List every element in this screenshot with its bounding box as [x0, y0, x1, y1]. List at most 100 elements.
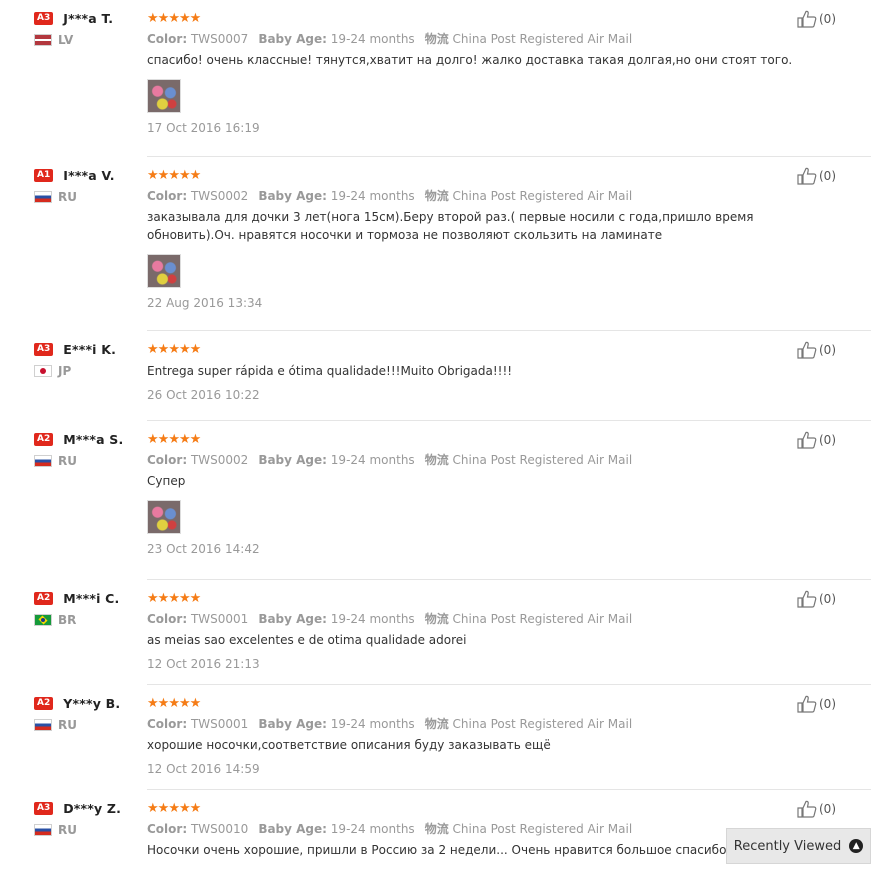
review-content: ★ ★ ★ ★ ★ Color: TWS0002 Baby Age: 19-24 month… [147, 167, 797, 310]
country-flag-icon [34, 34, 52, 46]
review-text: хорошие носочки,соответствие описания бу… [147, 738, 551, 752]
review-photo[interactable] [147, 254, 181, 288]
review-date: 17 Oct 2016 16:19 [147, 121, 260, 135]
helpful-count: (0) [819, 343, 836, 357]
star-icon: ★ [189, 431, 202, 447]
reviewer-info: A2 Y***y B. RU [34, 695, 144, 733]
order-info: Color: TWS0001 Baby Age: 19-24 months 物流 C… [147, 610, 797, 626]
helpful-button[interactable]: (0) [797, 695, 836, 713]
shipping-label: 物流 [424, 822, 449, 836]
baby-age-label: Baby Age: [258, 717, 327, 731]
color-label: Color: [147, 453, 188, 467]
baby-age-value: 19-24 months [330, 189, 415, 203]
shipping-label: 物流 [424, 32, 449, 46]
helpful-button[interactable]: (0) [797, 167, 836, 185]
order-info: Color: TWS0007 Baby Age: 19-24 months 物流 C… [147, 30, 797, 46]
helpful-button[interactable]: (0) [797, 431, 836, 449]
buyer-level-badge: A2 [34, 696, 54, 710]
thumbs-up-icon [797, 341, 817, 359]
shipping-label: 物流 [424, 189, 449, 203]
chevron-up-icon: ▲ [849, 839, 864, 853]
reviewer-name: J***a T. [63, 10, 114, 26]
shipping-value: China Post Registered Air Mail [452, 453, 633, 467]
reviewer-name: E***i K. [63, 341, 117, 357]
baby-age-value: 19-24 months [330, 32, 415, 46]
star-icon: ★ [189, 167, 202, 183]
color-label: Color: [147, 822, 188, 836]
helpful-count: (0) [819, 12, 836, 26]
helpful-button[interactable]: (0) [797, 590, 836, 608]
shipping-value: China Post Registered Air Mail [452, 717, 633, 731]
reviewer-info: A2 M***i C. BR [34, 590, 144, 628]
baby-age-label: Baby Age: [258, 32, 327, 46]
helpful-count: (0) [819, 697, 836, 711]
helpful-button[interactable]: (0) [797, 10, 836, 28]
review-item: A2 M***a S. RU ★ ★ ★ ★ ★ Color: TWS0002 Baby Age:… [0, 421, 871, 580]
helpful-button[interactable]: (0) [797, 800, 836, 818]
shipping-label: 物流 [424, 453, 449, 467]
color-value: TWS0002 [190, 453, 249, 467]
shipping-label: 物流 [424, 717, 449, 731]
star-rating: ★ ★ ★ ★ ★ [147, 800, 797, 816]
star-rating: ★ ★ ★ ★ ★ [147, 431, 797, 447]
star-rating: ★ ★ ★ ★ ★ [147, 590, 797, 606]
color-label: Color: [147, 189, 188, 203]
color-value: TWS0010 [190, 822, 249, 836]
country-code: BR [58, 613, 77, 627]
country-flag-icon [34, 191, 52, 203]
thumbs-up-icon [797, 800, 817, 818]
review-content: ★ ★ ★ ★ ★ Color: TWS0001 Baby Age: 19-24 month… [147, 590, 797, 672]
buyer-level-badge: A3 [34, 801, 54, 815]
review-photo[interactable] [147, 500, 181, 534]
star-rating: ★ ★ ★ ★ ★ [147, 695, 797, 711]
star-rating: ★ ★ ★ ★ ★ [147, 341, 797, 357]
review-content: ★ ★ ★ ★ ★ Color: TWS0001 Baby Age: 19-24 month… [147, 695, 797, 777]
country-code: RU [58, 190, 77, 204]
reviewer-info: A3 J***a T. LV [34, 10, 144, 48]
country-flag-icon [34, 365, 52, 377]
reviewer-name: M***a S. [63, 431, 124, 447]
review-date: 12 Oct 2016 14:59 [147, 762, 260, 776]
country-flag-icon [34, 614, 52, 626]
helpful-count: (0) [819, 592, 836, 606]
review-text: заказывала для дочки 3 лет(нога 15см).Бе… [147, 210, 754, 242]
recently-viewed-button[interactable]: Recently Viewed ▲ [726, 828, 871, 864]
color-label: Color: [147, 32, 188, 46]
country-flag-icon [34, 824, 52, 836]
color-label: Color: [147, 612, 188, 626]
country-code: RU [58, 454, 77, 468]
baby-age-label: Baby Age: [258, 822, 327, 836]
helpful-button[interactable]: (0) [797, 341, 836, 359]
shipping-label: 物流 [424, 612, 449, 626]
shipping-value: China Post Registered Air Mail [452, 822, 633, 836]
country-flag-icon [34, 455, 52, 467]
review-content: ★ ★ ★ ★ ★ Color: TWS0007 Baby Age: 19-24 month… [147, 10, 797, 135]
order-info: Color: TWS0002 Baby Age: 19-24 months 物流 C… [147, 451, 797, 467]
review-date: 26 Oct 2016 10:22 [147, 388, 260, 402]
star-icon: ★ [189, 695, 202, 711]
baby-age-value: 19-24 months [330, 717, 415, 731]
star-icon: ★ [189, 10, 202, 26]
reviewer-info: A3 D***y Z. RU [34, 800, 144, 838]
shipping-value: China Post Registered Air Mail [452, 612, 633, 626]
review-date: 22 Aug 2016 13:34 [147, 296, 263, 310]
review-text: Entrega super rápida e ótima qualidade!!… [147, 364, 513, 378]
review-text: спасибо! очень классные! тянутся,хватит … [147, 53, 793, 67]
baby-age-label: Baby Age: [258, 189, 327, 203]
reviewer-info: A2 M***a S. RU [34, 431, 144, 469]
star-rating: ★ ★ ★ ★ ★ [147, 10, 797, 26]
reviewer-info: A3 E***i K. JP [34, 341, 144, 379]
buyer-level-badge: A1 [34, 168, 54, 182]
review-photo[interactable] [147, 79, 181, 113]
color-label: Color: [147, 717, 188, 731]
review-content: ★ ★ ★ ★ ★ Color: TWS0010 Baby Age: 19-24 month… [147, 800, 797, 867]
recently-viewed-label: Recently Viewed [733, 838, 842, 854]
reviewer-name: Y***y B. [63, 695, 121, 711]
review-content: ★ ★ ★ ★ ★ Entrega super rápida e ótima qualid… [147, 341, 797, 403]
color-value: TWS0001 [190, 612, 249, 626]
review-date: 12 Oct 2016 21:13 [147, 657, 260, 671]
country-code: JP [58, 364, 72, 378]
color-value: TWS0007 [190, 32, 249, 46]
helpful-count: (0) [819, 433, 836, 447]
buyer-level-badge: A3 [34, 11, 54, 25]
